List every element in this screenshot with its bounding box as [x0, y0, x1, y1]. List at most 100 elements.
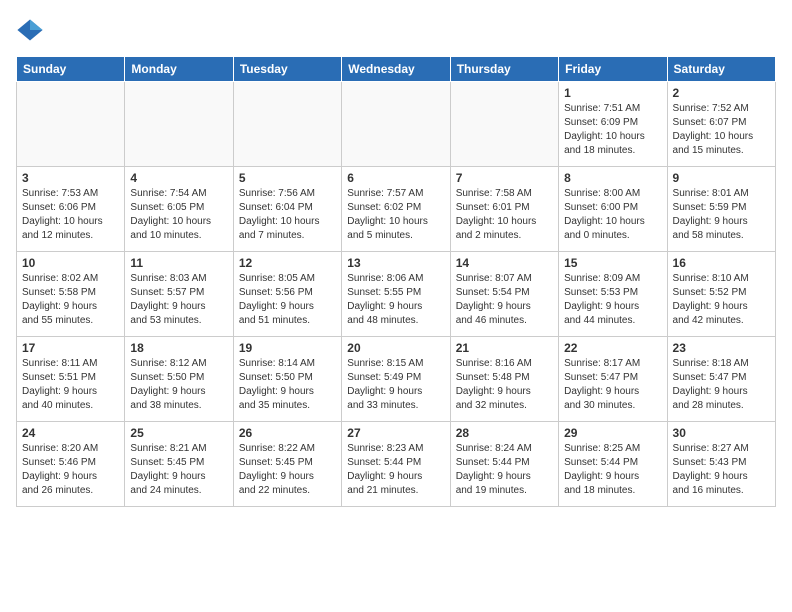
day-number: 13	[347, 256, 444, 270]
day-number: 24	[22, 426, 119, 440]
day-info: Sunrise: 8:17 AM Sunset: 5:47 PM Dayligh…	[564, 357, 661, 413]
day-info: Sunrise: 8:01 AM Sunset: 5:59 PM Dayligh…	[673, 187, 770, 243]
day-info: Sunrise: 7:52 AM Sunset: 6:07 PM Dayligh…	[673, 102, 770, 158]
day-number: 3	[22, 171, 119, 185]
calendar-cell: 23 Sunrise: 8:18 AM Sunset: 5:47 PM Dayli…	[667, 337, 775, 422]
day-info: Sunrise: 8:25 AM Sunset: 5:44 PM Dayligh…	[564, 442, 661, 498]
week-row-3: 10 Sunrise: 8:02 AM Sunset: 5:58 PM Dayli…	[17, 252, 776, 337]
calendar-cell: 24 Sunrise: 8:20 AM Sunset: 5:46 PM Dayli…	[17, 422, 125, 507]
day-number: 1	[564, 86, 661, 100]
calendar-cell: 26 Sunrise: 8:22 AM Sunset: 5:45 PM Dayli…	[233, 422, 341, 507]
day-number: 30	[673, 426, 770, 440]
calendar-cell: 5 Sunrise: 7:56 AM Sunset: 6:04 PM Daylig…	[233, 167, 341, 252]
day-info: Sunrise: 8:24 AM Sunset: 5:44 PM Dayligh…	[456, 442, 553, 498]
day-number: 4	[130, 171, 227, 185]
day-info: Sunrise: 7:51 AM Sunset: 6:09 PM Dayligh…	[564, 102, 661, 158]
weekday-header-wednesday: Wednesday	[342, 57, 450, 82]
day-info: Sunrise: 8:23 AM Sunset: 5:44 PM Dayligh…	[347, 442, 444, 498]
calendar-cell: 22 Sunrise: 8:17 AM Sunset: 5:47 PM Dayli…	[559, 337, 667, 422]
calendar-cell: 30 Sunrise: 8:27 AM Sunset: 5:43 PM Dayli…	[667, 422, 775, 507]
calendar-cell	[233, 82, 341, 167]
day-info: Sunrise: 8:02 AM Sunset: 5:58 PM Dayligh…	[22, 272, 119, 328]
day-info: Sunrise: 8:16 AM Sunset: 5:48 PM Dayligh…	[456, 357, 553, 413]
day-number: 9	[673, 171, 770, 185]
day-number: 16	[673, 256, 770, 270]
calendar-cell	[125, 82, 233, 167]
day-info: Sunrise: 7:54 AM Sunset: 6:05 PM Dayligh…	[130, 187, 227, 243]
calendar-cell: 17 Sunrise: 8:11 AM Sunset: 5:51 PM Dayli…	[17, 337, 125, 422]
page-header	[16, 16, 776, 44]
week-row-4: 17 Sunrise: 8:11 AM Sunset: 5:51 PM Dayli…	[17, 337, 776, 422]
day-info: Sunrise: 8:18 AM Sunset: 5:47 PM Dayligh…	[673, 357, 770, 413]
day-number: 14	[456, 256, 553, 270]
calendar-cell: 3 Sunrise: 7:53 AM Sunset: 6:06 PM Daylig…	[17, 167, 125, 252]
day-info: Sunrise: 8:20 AM Sunset: 5:46 PM Dayligh…	[22, 442, 119, 498]
week-row-5: 24 Sunrise: 8:20 AM Sunset: 5:46 PM Dayli…	[17, 422, 776, 507]
day-info: Sunrise: 7:53 AM Sunset: 6:06 PM Dayligh…	[22, 187, 119, 243]
calendar-cell: 14 Sunrise: 8:07 AM Sunset: 5:54 PM Dayli…	[450, 252, 558, 337]
week-row-1: 1 Sunrise: 7:51 AM Sunset: 6:09 PM Daylig…	[17, 82, 776, 167]
calendar-cell: 28 Sunrise: 8:24 AM Sunset: 5:44 PM Dayli…	[450, 422, 558, 507]
calendar-cell: 4 Sunrise: 7:54 AM Sunset: 6:05 PM Daylig…	[125, 167, 233, 252]
day-info: Sunrise: 8:15 AM Sunset: 5:49 PM Dayligh…	[347, 357, 444, 413]
calendar-cell: 7 Sunrise: 7:58 AM Sunset: 6:01 PM Daylig…	[450, 167, 558, 252]
calendar-cell: 21Sunrise: 8:16 AM Sunset: 5:48 PM Dayli…	[450, 337, 558, 422]
day-number: 6	[347, 171, 444, 185]
calendar-cell: 1 Sunrise: 7:51 AM Sunset: 6:09 PM Daylig…	[559, 82, 667, 167]
logo-icon	[16, 16, 44, 44]
day-info: Sunrise: 8:27 AM Sunset: 5:43 PM Dayligh…	[673, 442, 770, 498]
day-info: Sunrise: 7:56 AM Sunset: 6:04 PM Dayligh…	[239, 187, 336, 243]
day-number: 7	[456, 171, 553, 185]
day-info: Sunrise: 8:05 AM Sunset: 5:56 PM Dayligh…	[239, 272, 336, 328]
weekday-header-saturday: Saturday	[667, 57, 775, 82]
day-number: 18	[130, 341, 227, 355]
day-info: Sunrise: 8:21 AM Sunset: 5:45 PM Dayligh…	[130, 442, 227, 498]
calendar-cell: 10 Sunrise: 8:02 AM Sunset: 5:58 PM Dayli…	[17, 252, 125, 337]
calendar-cell: 29 Sunrise: 8:25 AM Sunset: 5:44 PM Dayli…	[559, 422, 667, 507]
calendar-cell: 27 Sunrise: 8:23 AM Sunset: 5:44 PM Dayli…	[342, 422, 450, 507]
day-info: Sunrise: 8:10 AM Sunset: 5:52 PM Dayligh…	[673, 272, 770, 328]
day-info: Sunrise: 8:22 AM Sunset: 5:45 PM Dayligh…	[239, 442, 336, 498]
day-info: Sunrise: 8:11 AM Sunset: 5:51 PM Dayligh…	[22, 357, 119, 413]
weekday-header-monday: Monday	[125, 57, 233, 82]
calendar-cell	[450, 82, 558, 167]
calendar-cell: 20Sunrise: 8:15 AM Sunset: 5:49 PM Dayli…	[342, 337, 450, 422]
day-number: 8	[564, 171, 661, 185]
day-info: Sunrise: 8:14 AM Sunset: 5:50 PM Dayligh…	[239, 357, 336, 413]
calendar-cell: 16 Sunrise: 8:10 AM Sunset: 5:52 PM Dayli…	[667, 252, 775, 337]
day-number: 29	[564, 426, 661, 440]
day-number: 12	[239, 256, 336, 270]
calendar-cell: 15Sunrise: 8:09 AM Sunset: 5:53 PM Dayli…	[559, 252, 667, 337]
weekday-header-tuesday: Tuesday	[233, 57, 341, 82]
day-number: 10	[22, 256, 119, 270]
day-number: 27	[347, 426, 444, 440]
day-number: 22	[564, 341, 661, 355]
day-number: 2	[673, 86, 770, 100]
calendar-cell	[17, 82, 125, 167]
calendar-cell: 2 Sunrise: 7:52 AM Sunset: 6:07 PM Daylig…	[667, 82, 775, 167]
day-number: 26	[239, 426, 336, 440]
weekday-header-thursday: Thursday	[450, 57, 558, 82]
calendar-cell: 19 Sunrise: 8:14 AM Sunset: 5:50 PM Dayli…	[233, 337, 341, 422]
calendar-cell: 8 Sunrise: 8:00 AM Sunset: 6:00 PM Daylig…	[559, 167, 667, 252]
calendar-cell: 6Sunrise: 7:57 AM Sunset: 6:02 PM Daylig…	[342, 167, 450, 252]
day-number: 15	[564, 256, 661, 270]
calendar-cell: 25Sunrise: 8:21 AM Sunset: 5:45 PM Dayli…	[125, 422, 233, 507]
day-number: 28	[456, 426, 553, 440]
weekday-header-sunday: Sunday	[17, 57, 125, 82]
day-number: 5	[239, 171, 336, 185]
day-info: Sunrise: 8:00 AM Sunset: 6:00 PM Dayligh…	[564, 187, 661, 243]
calendar-cell: 11 Sunrise: 8:03 AM Sunset: 5:57 PM Dayli…	[125, 252, 233, 337]
day-info: Sunrise: 8:12 AM Sunset: 5:50 PM Dayligh…	[130, 357, 227, 413]
calendar-table: SundayMondayTuesdayWednesdayThursdayFrid…	[16, 56, 776, 507]
day-info: Sunrise: 7:58 AM Sunset: 6:01 PM Dayligh…	[456, 187, 553, 243]
day-number: 23	[673, 341, 770, 355]
day-info: Sunrise: 8:07 AM Sunset: 5:54 PM Dayligh…	[456, 272, 553, 328]
calendar-cell: 9 Sunrise: 8:01 AM Sunset: 5:59 PM Daylig…	[667, 167, 775, 252]
day-info: Sunrise: 8:03 AM Sunset: 5:57 PM Dayligh…	[130, 272, 227, 328]
day-number: 17	[22, 341, 119, 355]
weekday-header-friday: Friday	[559, 57, 667, 82]
day-info: Sunrise: 8:06 AM Sunset: 5:55 PM Dayligh…	[347, 272, 444, 328]
day-number: 11	[130, 256, 227, 270]
day-number: 19	[239, 341, 336, 355]
